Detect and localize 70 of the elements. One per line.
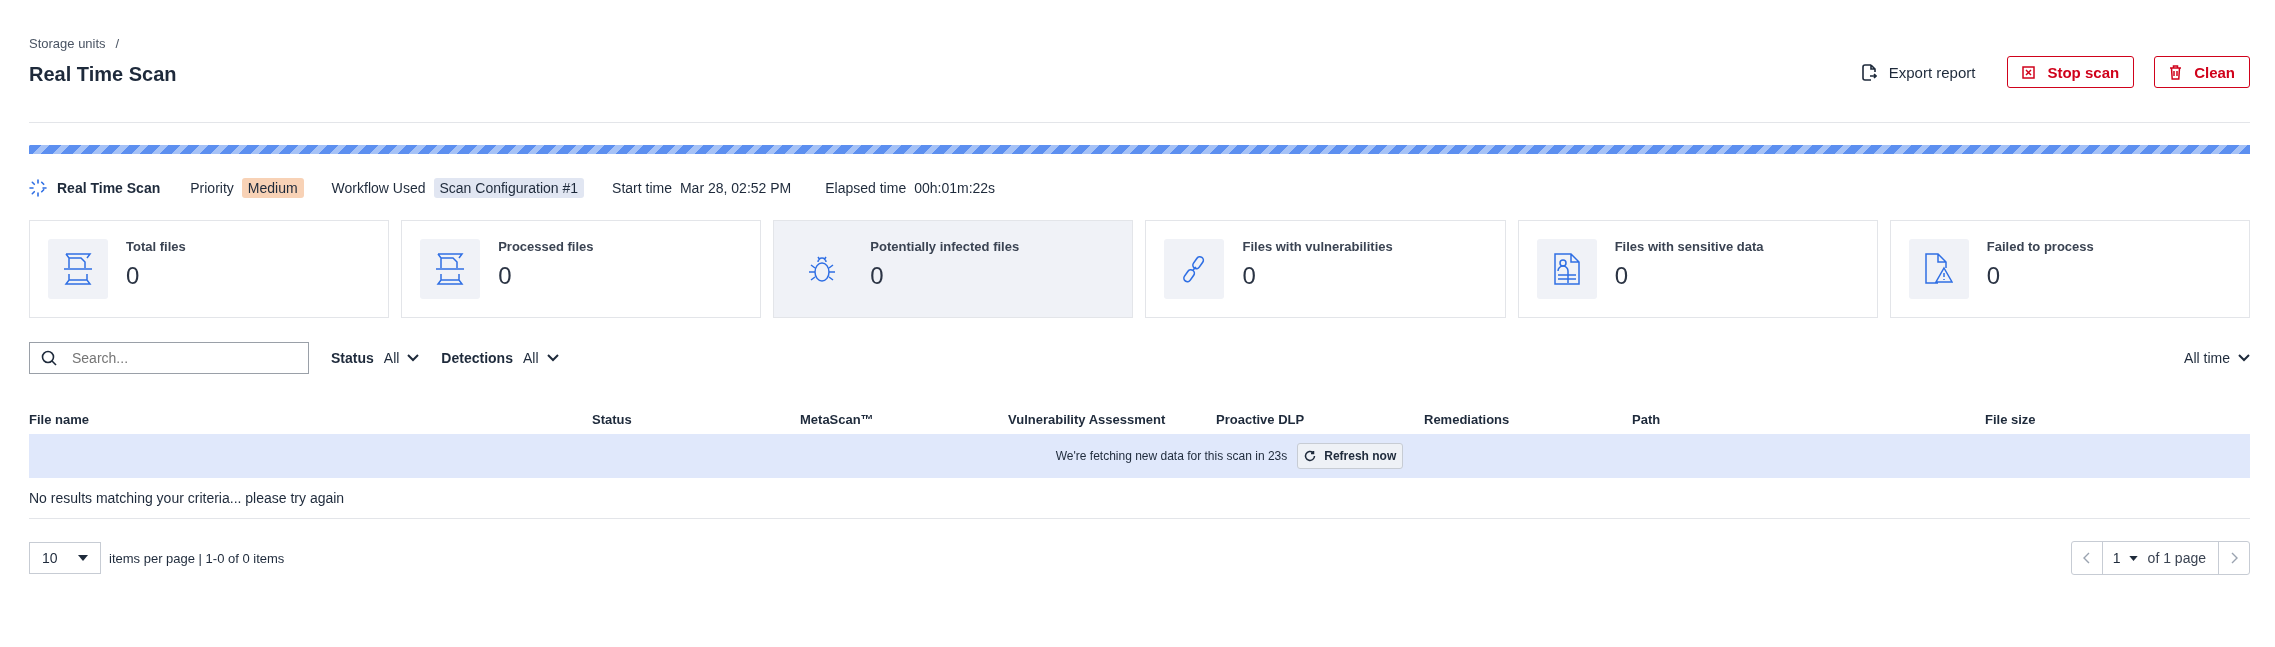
chevron-down-icon <box>2238 354 2250 362</box>
trash-icon <box>2169 64 2183 80</box>
stat-label: Files with sensitive data <box>1614 239 1764 254</box>
chevron-left-icon <box>2083 552 2091 564</box>
page-title: Real Time Scan <box>29 63 177 86</box>
file-warning-icon <box>1924 253 1953 285</box>
breadcrumb-link[interactable]: Storage units <box>29 36 106 51</box>
workflow-label: Workflow Used <box>331 180 426 196</box>
stat-value: 0 <box>498 262 513 290</box>
stat-card[interactable]: Files with vulnerabilities 0 <box>1145 220 1506 318</box>
stat-label: Total files <box>126 239 186 254</box>
column-header[interactable]: Status <box>592 411 800 427</box>
notice-message: We're fetching new data for this scan in 23s <box>1055 449 1288 463</box>
stat-value: 0 <box>1242 262 1257 290</box>
page-select[interactable]: 1 <box>2102 550 2148 566</box>
elapsed-time-value: 00h:01m:22s <box>914 180 996 196</box>
items-summary: items per page | 1-0 of 0 items <box>109 550 285 566</box>
stop-icon <box>2022 65 2036 79</box>
stat-value: 0 <box>126 262 141 290</box>
start-time-label: Start time <box>612 180 672 196</box>
priority-tag: Medium <box>241 178 304 198</box>
page-size-select[interactable]: 10 <box>29 542 101 574</box>
refresh-button[interactable]: Refresh now <box>1297 443 1404 469</box>
stat-value: 0 <box>870 262 885 290</box>
column-header[interactable]: File size <box>1985 411 2250 427</box>
workflow-tag: Scan Configuration #1 <box>433 178 585 198</box>
clean-button[interactable]: Clean <box>2154 56 2250 88</box>
stat-card[interactable]: Total files 0 <box>29 220 390 318</box>
chevron-right-icon <box>2230 552 2238 564</box>
chevron-down-icon <box>407 354 420 362</box>
column-header[interactable]: Path <box>1632 411 1985 427</box>
file-scan-icon <box>435 253 466 285</box>
start-time-value: Mar 28, 02:52 PM <box>679 180 792 196</box>
stat-label: Failed to process <box>1986 239 2094 254</box>
stat-label: Potentially infected files <box>870 239 1020 254</box>
priority-label: Priority <box>190 180 234 196</box>
stat-value: 0 <box>1614 262 1629 290</box>
elapsed-time-label: Elapsed time <box>825 180 907 196</box>
refresh-icon <box>1304 450 1317 462</box>
chevron-down-icon <box>546 354 559 362</box>
column-header[interactable]: Vulnerability Assessment <box>1008 411 1216 427</box>
stat-card[interactable]: Files with sensitive data 0 <box>1517 220 1878 318</box>
caret-down-icon <box>2128 555 2138 561</box>
stat-card[interactable]: Processed files 0 <box>401 220 762 318</box>
filter-dropdown[interactable]: Status All <box>331 350 420 366</box>
scan-type-label: Real Time Scan <box>57 180 161 196</box>
spinner-icon <box>29 179 47 197</box>
export-report-button[interactable]: Export report <box>1849 56 1988 88</box>
document-icon <box>1553 253 1580 285</box>
filter-dropdown[interactable]: Detections All <box>441 350 559 366</box>
search-field[interactable]: Search... <box>29 342 309 374</box>
column-header[interactable]: Proactive DLP <box>1216 411 1424 427</box>
page-count: of 1 page <box>2147 550 2207 566</box>
stat-card[interactable]: Failed to process 0 <box>1889 220 2250 318</box>
column-header[interactable]: Remediations <box>1424 411 1632 427</box>
caret-down-icon <box>78 555 88 561</box>
bug-icon <box>808 254 837 284</box>
stat-label: Processed files <box>498 239 594 254</box>
stat-card[interactable]: Potentially infected files 0 <box>773 220 1134 318</box>
file-export-icon <box>1861 63 1877 81</box>
search-icon <box>41 350 57 366</box>
time-range-dropdown[interactable]: All time <box>2184 350 2250 366</box>
stop-scan-button[interactable]: Stop scan <box>2007 56 2135 88</box>
empty-message: No results matching your criteria... please try again <box>29 490 345 506</box>
column-header[interactable]: MetaScan™ <box>800 411 1008 427</box>
column-header[interactable]: File name <box>29 411 592 427</box>
stat-value: 0 <box>1986 262 2002 290</box>
file-scan-icon <box>63 253 93 285</box>
breadcrumb-separator: / <box>115 36 120 51</box>
stat-label: Files with vulnerabilities <box>1242 239 1393 254</box>
